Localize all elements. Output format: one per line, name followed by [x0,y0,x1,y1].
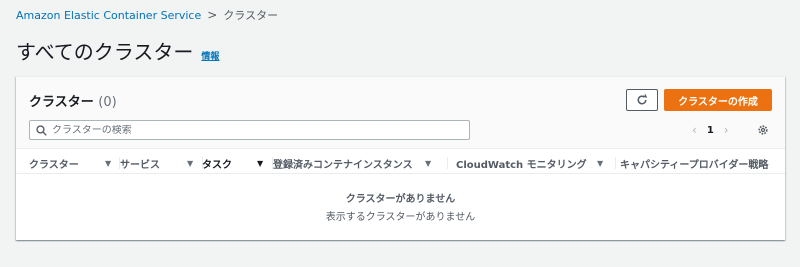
column-header-cluster[interactable]: クラスター ▼ [29,152,120,174]
create-cluster-button[interactable]: クラスターの作成 [664,89,772,111]
table-column-headers: クラスター ▼ サービス ▼ タスク ▼ 登録済みコンテナインスタンス ▼ Cl… [16,152,785,174]
sort-caret-icon: ▼ [425,159,432,168]
sort-caret-icon: ▼ [597,159,604,168]
chevron-right-icon: > [207,8,218,22]
clusters-table-container: クラスター (0) クラスターの作成 ‹ 1 › [16,76,785,240]
sort-caret-down-icon: ▼ [257,159,264,168]
column-divider [447,157,448,169]
column-label: サービス [120,159,160,171]
empty-state-title: クラスターがありません [345,194,456,205]
column-label: タスク [202,159,232,171]
page-title: すべてのクラスター [16,40,194,64]
cluster-count: (0) [98,95,117,110]
refresh-button[interactable] [626,89,658,111]
table-settings-button[interactable] [756,123,770,137]
breadcrumb-link-ecs[interactable]: Amazon Elastic Container Service [16,9,201,22]
table-title: クラスター (0) [29,91,117,110]
pagination: ‹ 1 › [692,122,729,138]
next-page-button[interactable]: › [724,123,729,137]
search-field[interactable] [29,120,470,140]
column-label: CloudWatch モニタリング [456,159,587,171]
info-link[interactable]: 情報 [201,49,219,62]
search-icon [36,124,47,136]
refresh-icon [637,94,648,105]
gear-icon [758,125,768,135]
column-label: 登録済みコンテナインスタンス [273,159,413,171]
column-header-capacity-provider[interactable]: キャパシティープロバイダー戦略 [620,152,780,174]
breadcrumb-current: クラスター [223,9,279,22]
page-header: すべてのクラスター 情報 [16,36,219,65]
sort-caret-icon: ▼ [187,159,194,168]
previous-page-button[interactable]: ‹ [692,123,697,137]
breadcrumb: Amazon Elastic Container Service > クラスター [16,7,278,23]
column-label: キャパシティープロバイダー戦略 [620,159,769,171]
table-title-label: クラスター [29,95,94,110]
column-header-tasks[interactable]: タスク ▼ [202,152,273,174]
table-header: クラスター (0) クラスターの作成 ‹ 1 › [16,77,785,149]
page-number[interactable]: 1 [707,125,714,136]
column-header-services[interactable]: サービス ▼ [120,152,204,174]
column-divider [615,157,616,169]
column-header-container-instances[interactable]: 登録済みコンテナインスタンス ▼ [273,152,448,174]
column-header-cloudwatch[interactable]: CloudWatch モニタリング ▼ [456,152,618,174]
sort-caret-icon: ▼ [105,159,112,168]
column-label: クラスター [29,159,79,171]
search-input[interactable] [52,124,452,136]
empty-state-subtitle: 表示するクラスターがありません [325,212,476,223]
